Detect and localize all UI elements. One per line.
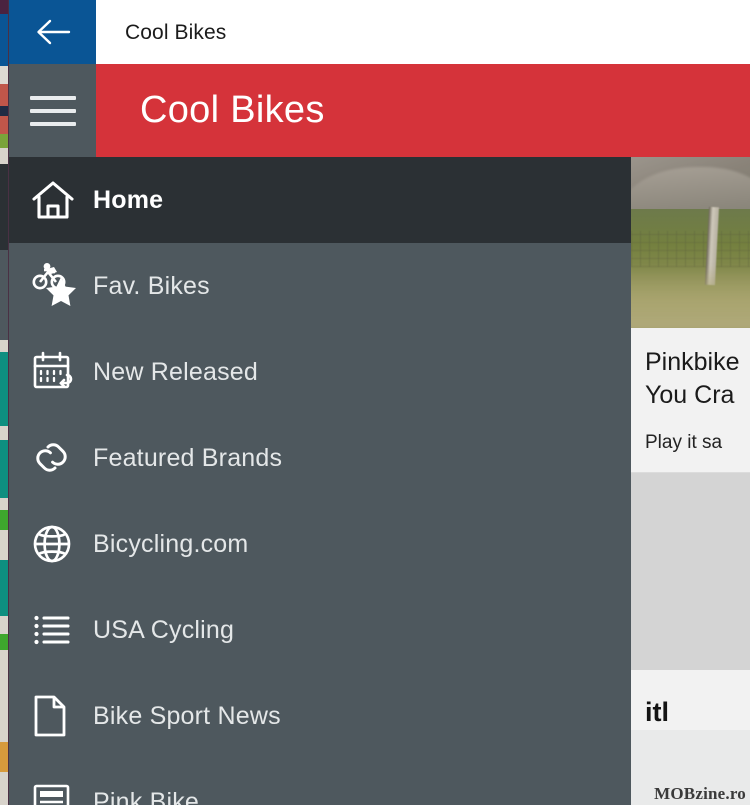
article-card-body: Pinkbike You Cra Play it sa: [631, 328, 750, 472]
app-window: Cool Bikes Cool Bikes Pinkbike You Cra P…: [0, 0, 750, 805]
sidebar-item-featured-brands[interactable]: Featured Brands: [9, 415, 631, 501]
list-icon: [31, 611, 93, 649]
article-subtitle: Play it sa: [645, 432, 723, 453]
sidebar-item-label: Pink Bike: [93, 787, 200, 805]
app-header-red-area: Cool Bikes: [96, 64, 750, 157]
sidebar-item-label: USA Cycling: [93, 615, 235, 644]
title-bar: Cool Bikes: [9, 0, 750, 66]
sidebar-item-new-released[interactable]: New Released: [9, 329, 631, 415]
window-title: Cool Bikes: [125, 21, 227, 44]
sidebar-item-label: Home: [93, 185, 164, 214]
cool-bikes-window: Cool Bikes Cool Bikes Pinkbike You Cra P…: [8, 0, 750, 805]
site-watermark: MOBzine.ro: [654, 784, 746, 803]
sidebar-item-home[interactable]: Home: [9, 157, 631, 243]
app-title: Cool Bikes: [140, 89, 325, 131]
sidebar-item-fav-bikes[interactable]: Fav. Bikes: [9, 243, 631, 329]
hamburger-menu-icon: [29, 95, 76, 126]
app-header-bar: Cool Bikes: [9, 64, 750, 157]
sidebar-item-label: Fav. Bikes: [93, 271, 210, 300]
calendar-refresh-icon: [31, 350, 93, 394]
news-layout-icon: [31, 782, 93, 805]
article-card-spacer: [631, 472, 750, 670]
globe-icon: [31, 522, 93, 566]
back-arrow-icon: [32, 17, 74, 47]
sidebar-item-label: Featured Brands: [93, 443, 283, 472]
sidebar-item-label: Bicycling.com: [93, 529, 249, 558]
bike-star-icon: [31, 263, 93, 309]
link-icon: [31, 439, 93, 477]
sidebar-item-usa-cycling[interactable]: USA Cycling: [9, 587, 631, 673]
navigation-drawer: Home Fav. Bikes New Released Featured Br…: [9, 157, 631, 805]
next-article-card[interactable]: itl: [631, 670, 750, 730]
home-icon: [31, 179, 93, 221]
article-photo: [631, 157, 750, 328]
sidebar-item-label: Bike Sport News: [93, 701, 281, 730]
article-card[interactable]: Pinkbike You Cra Play it sa itl: [631, 157, 750, 730]
document-icon: [31, 693, 93, 739]
hamburger-menu-button[interactable]: [9, 64, 96, 157]
sidebar-item-label: New Released: [93, 357, 258, 386]
article-title-line-1: Pinkbike: [645, 348, 740, 376]
article-title-line-2: You Cra: [645, 381, 735, 409]
back-button[interactable]: [9, 0, 96, 64]
sidebar-item-pink-bike[interactable]: Pink Bike: [9, 759, 631, 805]
photo-fence-wire: [631, 231, 750, 267]
sidebar-item-bike-sport-news[interactable]: Bike Sport News: [9, 673, 631, 759]
sidebar-item-bicycling-com[interactable]: Bicycling.com: [9, 501, 631, 587]
next-article-title: itl: [645, 697, 669, 727]
photo-foreground-grass: [631, 265, 750, 328]
